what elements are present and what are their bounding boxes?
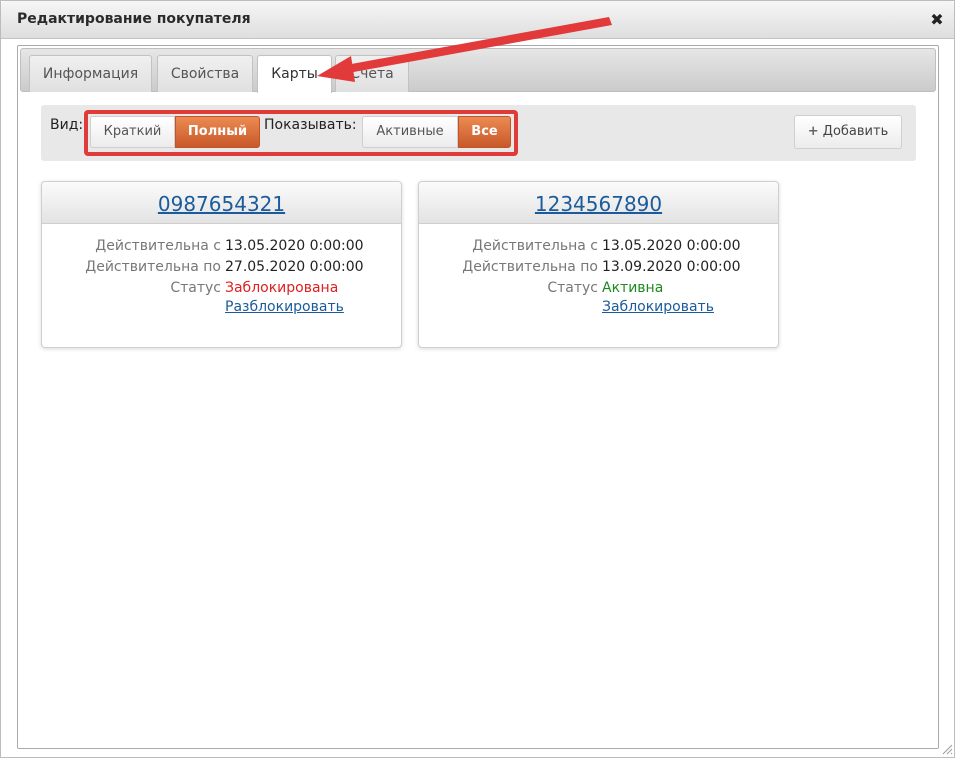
- unblock-link[interactable]: Разблокировать: [225, 299, 344, 315]
- status-row: Статус Активна: [419, 278, 778, 298]
- card-number-link[interactable]: 0987654321: [158, 192, 285, 216]
- valid-from-row: Действительна с 13.05.2020 0:00:00: [42, 236, 401, 256]
- valid-to-label: Действительна по: [85, 259, 221, 275]
- card-header: 0987654321: [42, 182, 401, 224]
- view-label: Вид:: [50, 117, 84, 133]
- tab-properties[interactable]: Свойства: [157, 55, 253, 92]
- valid-from-value: 13.05.2020 0:00:00: [225, 238, 364, 254]
- dialog-titlebar[interactable]: Редактирование покупателя ✖: [1, 1, 954, 39]
- status-label: Статус: [170, 280, 221, 296]
- valid-to-value: 13.09.2020 0:00:00: [602, 259, 741, 275]
- annotation-highlight-box: [84, 110, 518, 156]
- dialog-title: Редактирование покупателя: [17, 11, 251, 27]
- tab-cards[interactable]: Карты: [257, 55, 332, 93]
- tab-bar: Информация Свойства Карты Счета: [20, 48, 936, 93]
- add-button[interactable]: + Добавить: [794, 115, 902, 149]
- valid-from-row: Действительна с 13.05.2020 0:00:00: [419, 236, 778, 256]
- card-item: 0987654321 Действительна с 13.05.2020 0:…: [41, 181, 402, 348]
- valid-from-value: 13.05.2020 0:00:00: [602, 238, 741, 254]
- valid-from-label: Действительна с: [472, 238, 598, 254]
- status-value: Заблокирована: [225, 280, 339, 296]
- status-label: Статус: [547, 280, 598, 296]
- plus-icon: +: [807, 124, 819, 139]
- card-item: 1234567890 Действительна с 13.05.2020 0:…: [418, 181, 779, 348]
- valid-to-row: Действительна по 27.05.2020 0:00:00: [42, 257, 401, 277]
- valid-to-value: 27.05.2020 0:00:00: [225, 259, 364, 275]
- block-link[interactable]: Заблокировать: [602, 299, 714, 315]
- valid-from-label: Действительна с: [95, 238, 221, 254]
- tab-information[interactable]: Информация: [29, 55, 152, 92]
- status-value: Активна: [602, 280, 664, 296]
- valid-to-label: Действительна по: [462, 259, 598, 275]
- status-row: Статус Заблокирована: [42, 278, 401, 298]
- card-number-link[interactable]: 1234567890: [535, 192, 662, 216]
- edit-customer-dialog: Редактирование покупателя ✖ Информация С…: [0, 0, 955, 758]
- close-icon[interactable]: ✖: [929, 12, 945, 28]
- resize-grip[interactable]: [941, 743, 953, 755]
- tab-accounts[interactable]: Счета: [335, 55, 409, 92]
- add-button-label: Добавить: [822, 124, 889, 139]
- valid-to-row: Действительна по 13.09.2020 0:00:00: [419, 257, 778, 277]
- card-header: 1234567890: [419, 182, 778, 224]
